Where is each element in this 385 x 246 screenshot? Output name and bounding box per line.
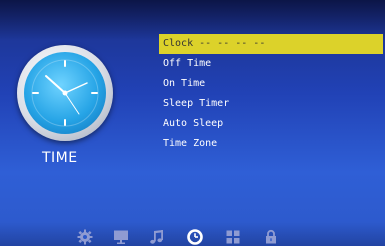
menu-item-on-time[interactable]: On Time: [159, 74, 383, 94]
lock-icon[interactable]: [262, 229, 280, 245]
menu-item-auto-sleep[interactable]: Auto Sleep: [159, 114, 383, 134]
menu-item-clock[interactable]: Clock -- -- -- --: [159, 34, 383, 54]
menu-item-time-zone[interactable]: Time Zone: [159, 134, 383, 154]
menu-item-off-time[interactable]: Off Time: [159, 54, 383, 74]
menu-item-sleep-timer[interactable]: Sleep Timer: [159, 94, 383, 114]
time-menu: Clock -- -- -- -- Off Time On Time Sleep Ti…: [159, 34, 383, 154]
clock-hands-icon: [31, 59, 99, 127]
monitor-icon[interactable]: [112, 229, 130, 245]
gear-icon[interactable]: [76, 229, 94, 245]
grid-icon[interactable]: [224, 229, 242, 245]
clock-illustration: [17, 45, 113, 141]
clock-face: [24, 52, 106, 134]
clock-icon[interactable]: [186, 229, 204, 245]
tv-osd-menu: TIME Clock -- -- -- -- Off Time On Time Sle…: [0, 0, 385, 246]
music-note-icon[interactable]: [148, 229, 166, 245]
section-title: TIME: [42, 150, 78, 166]
